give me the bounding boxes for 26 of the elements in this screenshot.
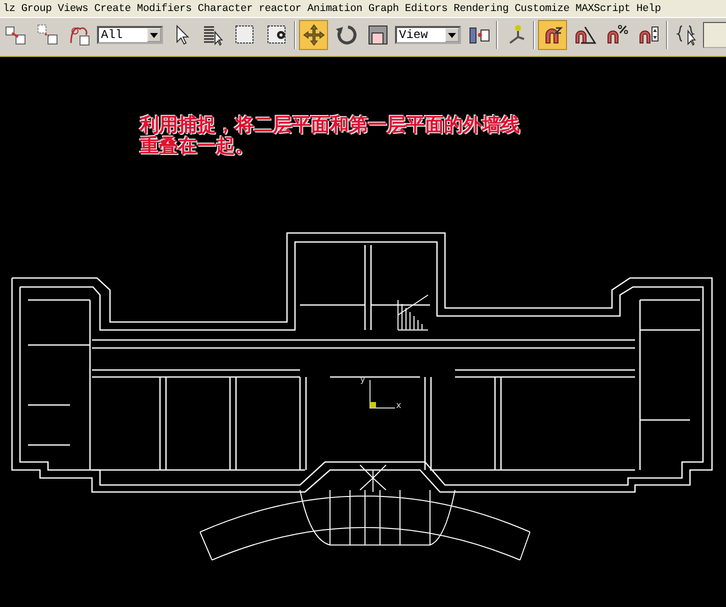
menu-item[interactable]: Group: [18, 2, 55, 14]
menu-item[interactable]: lz: [0, 2, 18, 14]
menu-item[interactable]: MAXScript: [572, 2, 634, 14]
axis-label: y: [360, 375, 366, 385]
tool-button[interactable]: [538, 20, 567, 50]
dropdown[interactable]: View: [395, 26, 461, 44]
menu-item[interactable]: Character: [194, 2, 256, 14]
menu-item[interactable]: Animation: [304, 2, 366, 14]
menu-item[interactable]: Help: [633, 2, 664, 14]
menu-item[interactable]: Modifiers: [134, 2, 195, 14]
move-icon: [302, 23, 326, 47]
menu-item[interactable]: Customize: [512, 2, 572, 14]
rotate-icon: [334, 23, 358, 47]
brackets-icon: [674, 23, 698, 47]
annotation-text: 利用捕捉，将二层平面和第一层平面的外墙线: [140, 115, 520, 136]
menu-item[interactable]: Create: [91, 2, 134, 14]
dropdown[interactable]: All: [97, 26, 163, 44]
menu-item[interactable]: Views: [54, 2, 92, 14]
axis-gizmo-icon: [370, 380, 396, 408]
annotation-text: 重叠在一起。: [140, 136, 255, 157]
pivot-marker: [370, 402, 376, 408]
menu-item[interactable]: Graph Editors: [365, 2, 451, 14]
unlink-icon: [36, 23, 60, 47]
axis-label: x: [396, 401, 402, 411]
menu-item[interactable]: Rendering: [450, 2, 512, 14]
menu-item[interactable]: reactor: [256, 2, 304, 14]
